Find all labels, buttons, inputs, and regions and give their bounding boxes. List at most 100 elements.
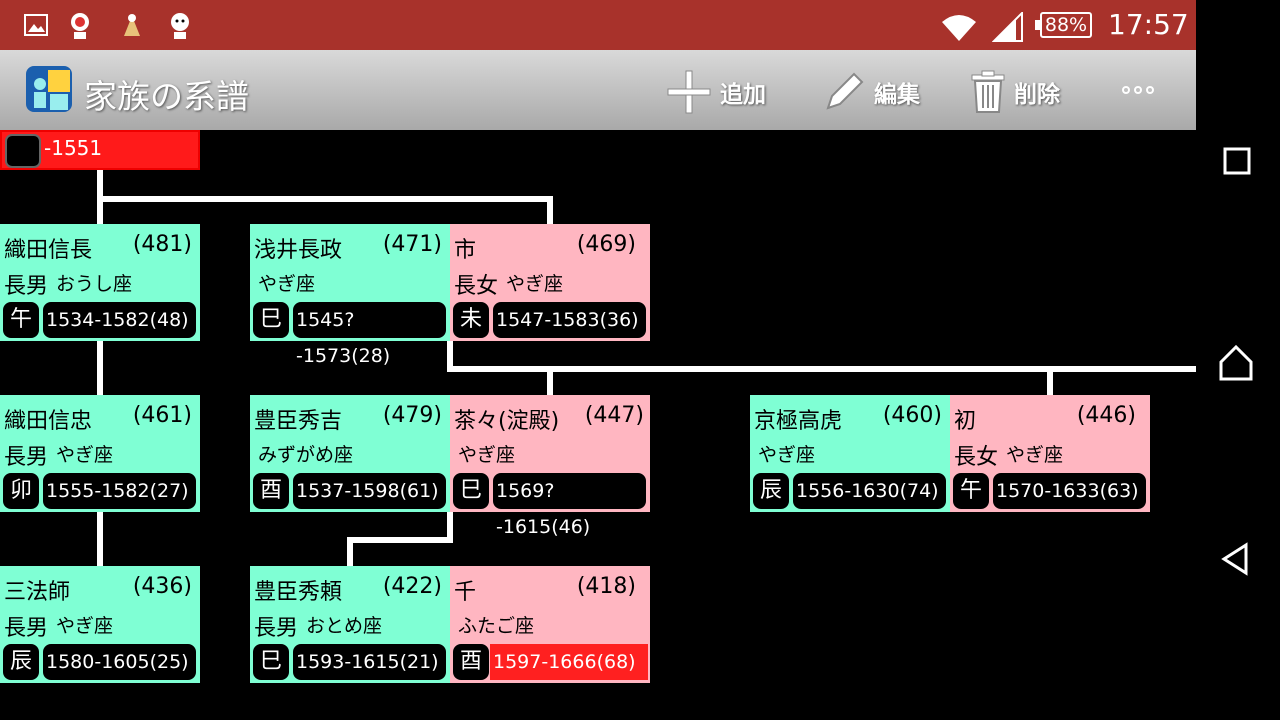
connector-line [347,537,453,543]
star-sign-label: みずがめ座 [258,444,354,466]
relation-label: 長女 [454,274,499,299]
person-card-chacha[interactable]: 茶々(淀殿) (447) やぎ座 巳 1569?-1615(46) [450,395,650,538]
connector-line [547,366,553,397]
add-label: 追加 [720,82,766,108]
connector-line [447,366,1196,372]
connector-line [1047,366,1053,397]
person-name: 初 [954,409,977,434]
person-name: 織田信長 [4,238,93,263]
person-card-nobutada[interactable]: 織田信忠 (461) 長男 やぎ座 卯 1555-1582(27) [0,395,200,512]
person-id: (436) [132,574,192,599]
edit-button[interactable]: 編集 [822,70,920,114]
years-label: 1597-1666(68) [490,644,648,680]
years-label: 1547-1583(36) [493,302,646,338]
person-id: (479) [382,403,442,428]
delete-label: 削除 [1014,82,1060,108]
plus-icon [667,70,711,114]
relation-label: 長男 [4,445,49,470]
years-label: 1555-1582(27) [43,473,196,509]
person-name: 千 [454,580,477,605]
navigation-bar [1196,0,1280,720]
person-name: 市 [454,238,477,263]
person-id: (418) [576,574,636,599]
zodiac-badge: 巳 [453,473,489,509]
person-name: 浅井長政 [254,238,343,263]
recent-apps-icon[interactable] [1222,146,1252,176]
zodiac-badge: 卯 [3,473,39,509]
years-label: 1534-1582(48) [43,302,196,338]
person-id: (460) [882,403,942,428]
years-label: 1537-1598(61) [293,473,446,509]
star-sign-label: やぎ座 [1006,444,1064,466]
star-sign-label: おとめ座 [306,615,383,637]
home-icon[interactable] [1218,344,1254,382]
delete-button[interactable]: 削除 [970,70,1060,114]
zodiac-badge: 辰 [753,473,789,509]
person-name: 茶々(淀殿) [454,409,560,434]
person-id: (471) [382,232,442,257]
person-card-hideyoshi[interactable]: 豊臣秀吉 (479) みずがめ座 酉 1537-1598(61) [250,395,450,512]
years-label: 1593-1615(21) [293,644,446,680]
years-label: 1580-1605(25) [43,644,196,680]
add-button[interactable]: 追加 [666,70,766,114]
years-label: 1556-1630(74) [793,473,946,509]
zodiac-badge: 午 [3,302,39,338]
person-id: (461) [132,403,192,428]
zodiac-badge: 酉 [253,473,289,509]
years-label: 1545?-1573(28) [293,302,446,367]
zodiac-badge: 巳 [253,644,289,680]
person-card-hatsu[interactable]: 初 (446) 長女 やぎ座 午 1570-1633(63) [950,395,1150,512]
person-name: 三法師 [4,580,71,605]
person-id: (481) [132,232,192,257]
star-sign-label: おうし座 [56,273,133,295]
back-icon[interactable] [1220,542,1250,576]
connector-line [547,196,553,226]
zodiac-badge [5,134,41,168]
app-title: 家族の系譜 [84,77,249,116]
person-id: (447) [584,403,644,428]
person-card-top[interactable]: -1551 [0,130,200,170]
relation-label: 長男 [4,274,49,299]
star-sign-label: ふたご座 [458,615,535,637]
connector-line [97,341,103,397]
star-sign-label: やぎ座 [56,444,114,466]
person-card-takatsugu[interactable]: 京極高虎 (460) やぎ座 辰 1556-1630(74) [750,395,950,512]
years-label: -1551 [44,136,103,160]
app-notification-icon-3 [171,13,189,39]
signal-icon [992,12,1023,42]
star-sign-label: やぎ座 [458,444,516,466]
person-card-hideyori[interactable]: 豊臣秀頼 (422) 長男 おとめ座 巳 1593-1615(21) [250,566,450,683]
person-card-nobunaga[interactable]: 織田信長 (481) 長男 おうし座 午 1534-1582(48) [0,224,200,341]
zodiac-badge: 午 [953,473,989,509]
wifi-icon [942,15,976,41]
app-logo-icon[interactable] [24,64,74,114]
star-sign-label: やぎ座 [506,273,564,295]
edit-label: 編集 [874,82,920,108]
star-sign-label: やぎ座 [56,615,114,637]
pencil-icon [826,72,864,110]
connector-line [347,537,353,568]
person-name: 豊臣秀吉 [254,409,343,434]
relation-label: 長女 [954,445,999,470]
relation-label: 長男 [254,616,299,641]
connector-line [97,512,103,568]
battery-indicator: 88% [1035,12,1092,38]
person-card-azai[interactable]: 浅井長政 (471) やぎ座 巳 1545?-1573(28) [250,224,450,367]
person-card-ichi[interactable]: 市 (469) 長女 やぎ座 未 1547-1583(36) [450,224,650,341]
status-bar: 88% 17:57 [0,0,1196,50]
person-card-sanboshi[interactable]: 三法師 (436) 長男 やぎ座 辰 1580-1605(25) [0,566,200,683]
overflow-menu-icon[interactable] [1122,86,1154,94]
person-card-sen[interactable]: 千 (418) ふたご座 酉 1597-1666(68) [450,566,650,683]
app-notification-icon-1 [71,13,89,39]
years-label: 1570-1633(63) [993,473,1146,509]
action-bar: 家族の系譜 追加 編集 削除 [0,50,1196,130]
gallery-notification-icon [24,14,48,36]
person-name: 豊臣秀頼 [254,580,343,605]
person-id: (446) [1076,403,1136,428]
person-id: (422) [382,574,442,599]
connector-line [97,196,553,202]
clock: 17:57 [1108,8,1189,41]
zodiac-badge: 巳 [253,302,289,338]
star-sign-label: やぎ座 [258,273,316,295]
years-label: 1569?-1615(46) [493,473,646,538]
